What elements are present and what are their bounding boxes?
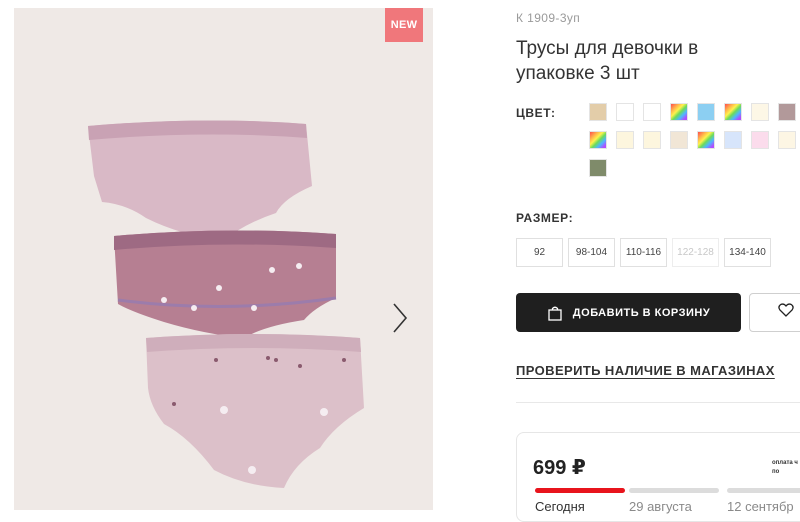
size-options: 92 98-104 110-116 122-128 134-140 <box>516 238 771 267</box>
color-swatch[interactable] <box>751 103 769 121</box>
check-availability-link[interactable]: ПРОВЕРИТЬ НАЛИЧИЕ В МАГАЗИНАХ <box>516 363 775 378</box>
next-image-arrow-icon[interactable] <box>389 300 411 336</box>
color-swatch[interactable] <box>589 131 607 149</box>
size-option-110-116[interactable]: 110-116 <box>620 238 667 267</box>
color-swatch[interactable] <box>751 131 769 149</box>
installment-text: оплата ч по <box>772 460 798 475</box>
divider <box>516 402 800 403</box>
new-badge: NEW <box>385 8 423 42</box>
color-swatch[interactable] <box>670 131 688 149</box>
product-image <box>88 120 364 488</box>
color-swatch[interactable] <box>589 159 607 177</box>
article-number: К 1909-3уп <box>516 11 581 25</box>
add-to-cart-button[interactable]: ДОБАВИТЬ В КОРЗИНУ <box>516 293 741 332</box>
color-swatch[interactable] <box>778 131 796 149</box>
favorite-button[interactable] <box>749 293 800 332</box>
color-swatch[interactable] <box>616 131 634 149</box>
size-label: РАЗМЕР: <box>516 211 574 225</box>
color-swatch[interactable] <box>778 103 796 121</box>
size-option-98-104[interactable]: 98-104 <box>568 238 615 267</box>
size-option-92[interactable]: 92 <box>516 238 563 267</box>
color-swatch[interactable] <box>697 131 715 149</box>
color-swatch[interactable] <box>616 103 634 121</box>
schedule-segment-3 <box>727 488 800 493</box>
product-title: Трусы для девочки в упаковке 3 шт <box>516 38 699 84</box>
schedule-date-2: 29 августа <box>629 499 692 514</box>
heart-icon <box>778 303 794 322</box>
shopping-bag-icon <box>547 305 563 321</box>
add-to-cart-label: ДОБАВИТЬ В КОРЗИНУ <box>572 306 711 319</box>
price-card: 699 ₽ оплата ч по Сегодня 29 августа 12 … <box>516 432 800 522</box>
schedule-segment-2 <box>629 488 719 493</box>
price: 699 ₽ <box>533 457 586 479</box>
color-swatch[interactable] <box>724 103 742 121</box>
color-swatch[interactable] <box>643 103 661 121</box>
schedule-segment-today <box>535 488 625 493</box>
color-swatch[interactable] <box>697 103 715 121</box>
color-label: ЦВЕТ: <box>516 106 556 120</box>
schedule-date-3: 12 сентябр <box>727 499 794 514</box>
color-swatch[interactable] <box>643 131 661 149</box>
size-option-134-140[interactable]: 134-140 <box>724 238 771 267</box>
size-option-122-128: 122-128 <box>672 238 719 267</box>
color-swatch[interactable] <box>670 103 688 121</box>
color-swatch[interactable] <box>589 103 607 121</box>
product-gallery[interactable]: NEW <box>14 8 433 510</box>
color-swatch[interactable] <box>724 131 742 149</box>
schedule-today-label: Сегодня <box>535 499 585 514</box>
